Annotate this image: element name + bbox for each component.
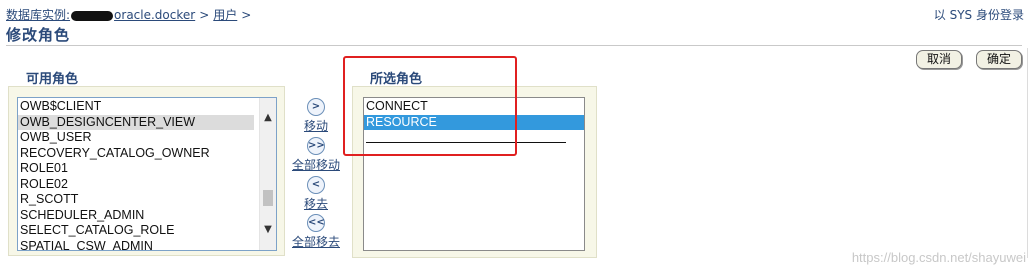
role-option[interactable]: SPATIAL_CSW_ADMIN xyxy=(18,239,254,251)
role-option[interactable]: SCHEDULER_ADMIN xyxy=(18,208,254,224)
right-border xyxy=(1027,48,1028,258)
list-underline xyxy=(366,142,566,143)
move-link[interactable]: 移动 xyxy=(281,117,351,134)
breadcrumb: 数据库实例: oracle.docker > 用户 > xyxy=(6,6,255,23)
cancel-button[interactable]: 取消 xyxy=(916,50,963,69)
remove-link[interactable]: 移去 xyxy=(281,195,351,212)
remove-all-link[interactable]: 全部移去 xyxy=(281,233,351,250)
scroll-thumb[interactable] xyxy=(263,190,273,206)
role-option[interactable]: RECOVERY_CATALOG_OWNER xyxy=(18,146,254,162)
breadcrumb-instance-link[interactable]: 数据库实例: oracle.docker xyxy=(6,8,195,22)
role-option[interactable]: OWB$CLIENT xyxy=(18,99,254,115)
available-roles-panel: OWB$CLIENT OWB_DESIGNCENTER_VIEW OWB_USER R… xyxy=(8,86,285,256)
double-right-arrow-icon[interactable]: >> xyxy=(307,137,325,155)
role-option[interactable]: CONNECT xyxy=(364,99,584,115)
scroll-down-icon[interactable]: ▼ xyxy=(262,224,274,236)
move-all-control[interactable]: >> 全部移动 xyxy=(281,137,351,173)
role-option[interactable]: OWB_DESIGNCENTER_VIEW xyxy=(18,114,254,130)
selected-roles-options: CONNECT RESOURCE xyxy=(364,99,584,130)
role-option[interactable]: R_SCOTT xyxy=(18,192,254,208)
move-control[interactable]: > 移动 xyxy=(281,98,351,134)
single-left-arrow-icon[interactable]: < xyxy=(307,176,325,194)
redacted-host-segment xyxy=(71,10,114,21)
breadcrumb-users-link[interactable]: 用户 xyxy=(213,8,237,22)
breadcrumb-separator-trailing: > xyxy=(241,8,252,22)
role-option[interactable]: RESOURCE xyxy=(364,114,584,130)
watermark: https://blog.csdn.net/shayuwei xyxy=(851,250,1026,265)
role-option[interactable]: OWB_USER xyxy=(18,130,254,146)
selected-roles-panel: CONNECT RESOURCE xyxy=(352,86,597,258)
double-left-arrow-icon[interactable]: << xyxy=(307,214,325,232)
breadcrumb-instance-host: oracle.docker xyxy=(114,8,196,22)
login-info: 以 SYS 身份登录 xyxy=(933,8,1024,22)
move-all-link[interactable]: 全部移动 xyxy=(281,156,351,173)
role-option[interactable]: ROLE01 xyxy=(18,161,254,177)
available-roles-label: 可用角色 xyxy=(26,72,79,87)
selected-roles-listbox[interactable]: CONNECT RESOURCE xyxy=(363,97,585,251)
available-roles-options: OWB$CLIENT OWB_DESIGNCENTER_VIEW OWB_USER R… xyxy=(18,99,254,251)
remove-all-control[interactable]: << 全部移去 xyxy=(281,214,351,250)
available-roles-listbox[interactable]: OWB$CLIENT OWB_DESIGNCENTER_VIEW OWB_USER R… xyxy=(17,97,277,251)
role-option[interactable]: SELECT_CATALOG_ROLE xyxy=(18,223,254,239)
ok-button[interactable]: 确定 xyxy=(976,50,1023,69)
single-right-arrow-icon[interactable]: > xyxy=(307,98,325,116)
scroll-up-icon[interactable]: ▲ xyxy=(262,112,274,124)
title-divider xyxy=(6,45,1022,46)
role-option[interactable]: ROLE02 xyxy=(18,177,254,193)
selected-roles-label: 所选角色 xyxy=(370,72,423,87)
page-title: 修改角色 xyxy=(6,26,71,44)
available-roles-scrollbar[interactable]: ▲ ▼ xyxy=(259,98,276,250)
breadcrumb-instance-prefix: 数据库实例: xyxy=(6,8,71,22)
breadcrumb-separator: > xyxy=(199,8,210,22)
remove-control[interactable]: < 移去 xyxy=(281,176,351,212)
